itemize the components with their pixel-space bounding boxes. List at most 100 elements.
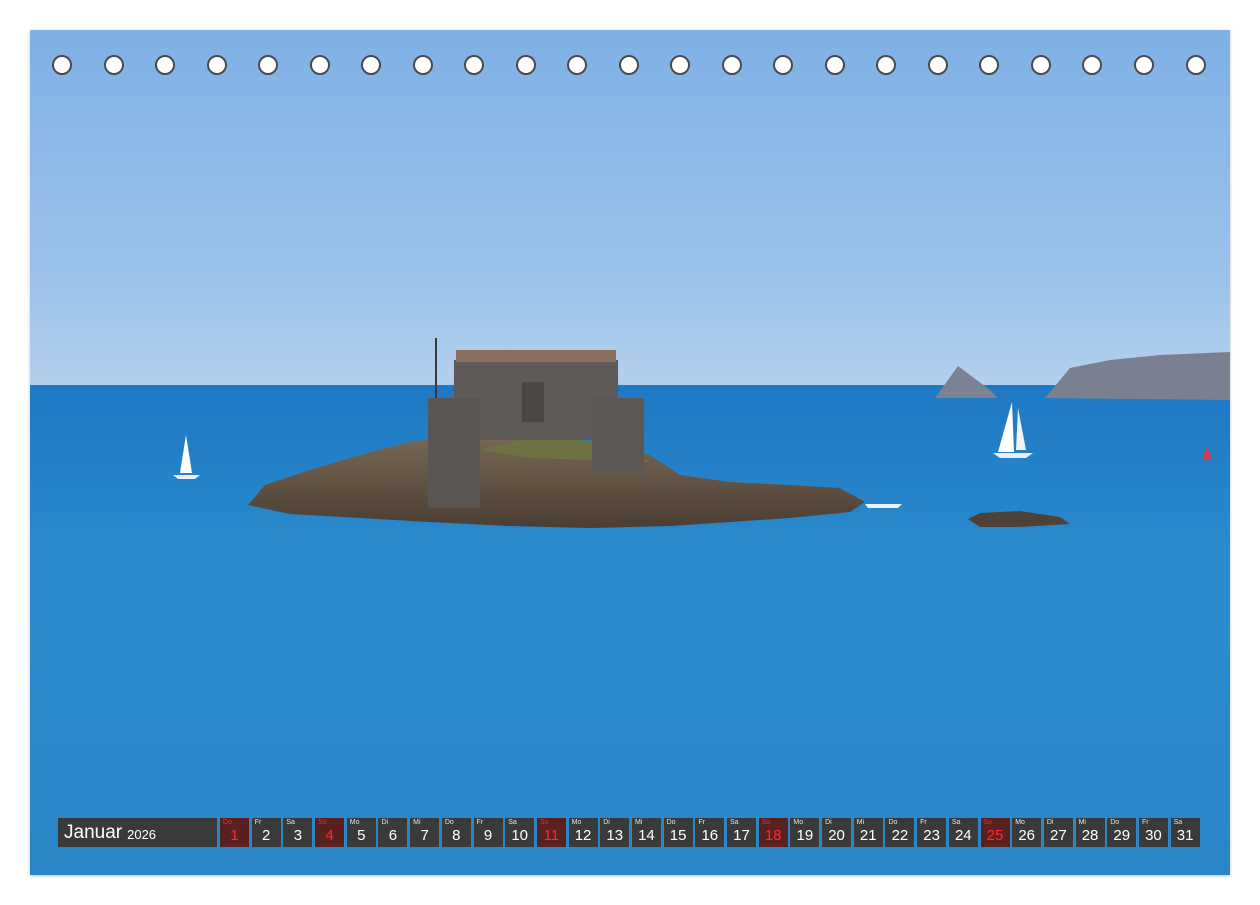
binding-hole (567, 55, 587, 75)
calendar-day: Sa 10 (505, 818, 535, 847)
calendar-day: Mo 26 (1012, 818, 1042, 847)
binding-hole (464, 55, 484, 75)
weekday-label: Do (888, 819, 898, 826)
calendar-page: Januar 2026 Do 1 Fr 2 Sa 3 So 4 Mo 5 Di 6 Mi 7 Do 8 Fr 9 S… (30, 30, 1230, 875)
calendar-day: Mi 7 (410, 818, 440, 847)
day-number: 11 (543, 827, 560, 844)
calendar-day: Mo 5 (346, 818, 376, 847)
day-number: 15 (669, 827, 687, 844)
calendar-day: Fr 9 (473, 818, 503, 847)
weekday-label: Mo (1015, 819, 1025, 826)
month-name: Januar (64, 821, 123, 843)
weekday-label: Sa (508, 819, 517, 826)
calendar-day: Sa 31 (1170, 818, 1200, 847)
binding-hole (1186, 55, 1206, 75)
day-number: 12 (574, 827, 592, 844)
photo-fort-island-sea (30, 30, 1230, 875)
day-number: 3 (293, 827, 303, 844)
weekday-label: So (539, 819, 549, 826)
calendar-day: Fr 16 (695, 818, 725, 847)
weekday-label: Fr (254, 819, 262, 826)
day-number: 27 (1050, 827, 1067, 844)
day-number: 19 (796, 827, 814, 844)
weekday-label: Fr (476, 819, 484, 826)
day-number: 8 (452, 827, 461, 844)
binding-hole (773, 55, 793, 75)
calendar-day: Mi 14 (631, 818, 661, 847)
binding-hole (979, 55, 999, 75)
day-number: 5 (357, 827, 366, 844)
day-number: 20 (828, 827, 845, 844)
binding-hole (1031, 55, 1051, 75)
day-number: 24 (954, 827, 972, 844)
binding-hole (516, 55, 536, 75)
day-number: 4 (325, 827, 334, 844)
calendar-day: Sa 24 (948, 818, 978, 847)
weekday-label: Di (825, 819, 832, 826)
month-label: Januar 2026 (58, 818, 217, 847)
binding-hole (310, 55, 330, 75)
day-number: 23 (923, 827, 940, 844)
calendar-day: Sa 3 (283, 818, 313, 847)
day-number: 26 (1018, 827, 1036, 844)
day-number: 17 (733, 827, 750, 844)
calendar-day: Do 29 (1107, 818, 1137, 847)
weekday-label: Mi (413, 819, 421, 826)
day-number: 28 (1081, 827, 1099, 844)
binding-hole (1134, 55, 1154, 75)
binding-holes (30, 30, 1230, 100)
day-number: 10 (511, 827, 529, 844)
calendar-day: Fr 23 (917, 818, 947, 847)
binding-hole (207, 55, 227, 75)
weekday-label: Mo (793, 819, 804, 826)
weekday-label: Do (223, 819, 232, 826)
binding-hole (876, 55, 896, 75)
day-number: 31 (1176, 827, 1194, 844)
weekday-label: Do (444, 819, 454, 826)
weekday-label: Di (1046, 819, 1054, 826)
weekday-label: Sa (286, 819, 295, 826)
binding-hole (619, 55, 639, 75)
day-number: 30 (1145, 827, 1162, 844)
calendar-day: So 4 (315, 818, 345, 847)
weekday-label: Mo (571, 819, 582, 826)
binding-hole (258, 55, 278, 75)
weekday-label: So (318, 819, 327, 826)
calendar-day: Fr 2 (251, 818, 281, 847)
day-number: 16 (701, 827, 719, 844)
day-number: 1 (230, 827, 239, 844)
calendar-day: Sa 17 (727, 818, 756, 847)
calendar-day: Do 1 (220, 818, 249, 847)
calendar-strip: Januar 2026 Do 1 Fr 2 Sa 3 So 4 Mo 5 Di 6 Mi 7 Do 8 Fr 9 S… (58, 818, 1202, 847)
weekday-label: Mo (349, 819, 360, 826)
day-number: 14 (638, 827, 655, 844)
calendar-day: Mo 12 (568, 818, 598, 847)
weekday-label: Mi (634, 819, 643, 826)
binding-hole (670, 55, 690, 75)
weekday-label: Mi (856, 819, 865, 826)
day-number: 6 (388, 827, 398, 844)
day-number: 21 (859, 827, 877, 844)
calendar-day: Mo 19 (790, 818, 820, 847)
binding-hole (361, 55, 381, 75)
weekday-label: So (761, 819, 771, 826)
month-year: 2026 (127, 827, 157, 842)
binding-hole (155, 55, 175, 75)
binding-hole (413, 55, 433, 75)
calendar-day: Do 22 (885, 818, 915, 847)
calendar-day: Mi 21 (853, 818, 883, 847)
binding-hole (825, 55, 845, 75)
day-number: 9 (483, 827, 493, 844)
calendar-day: Do 15 (663, 818, 693, 847)
calendar-day: So 18 (758, 818, 788, 847)
day-number: 2 (262, 827, 271, 844)
day-number: 29 (1113, 827, 1131, 844)
binding-hole (1082, 55, 1102, 75)
weekday-label: Fr (1141, 819, 1149, 826)
weekday-label: Sa (1173, 819, 1183, 826)
calendar-day: So 11 (536, 818, 566, 847)
weekday-label: Sa (951, 819, 961, 826)
calendar-day: Do 8 (441, 818, 471, 847)
weekday-label: Di (603, 819, 610, 826)
calendar-day: Di 27 (1043, 818, 1073, 847)
